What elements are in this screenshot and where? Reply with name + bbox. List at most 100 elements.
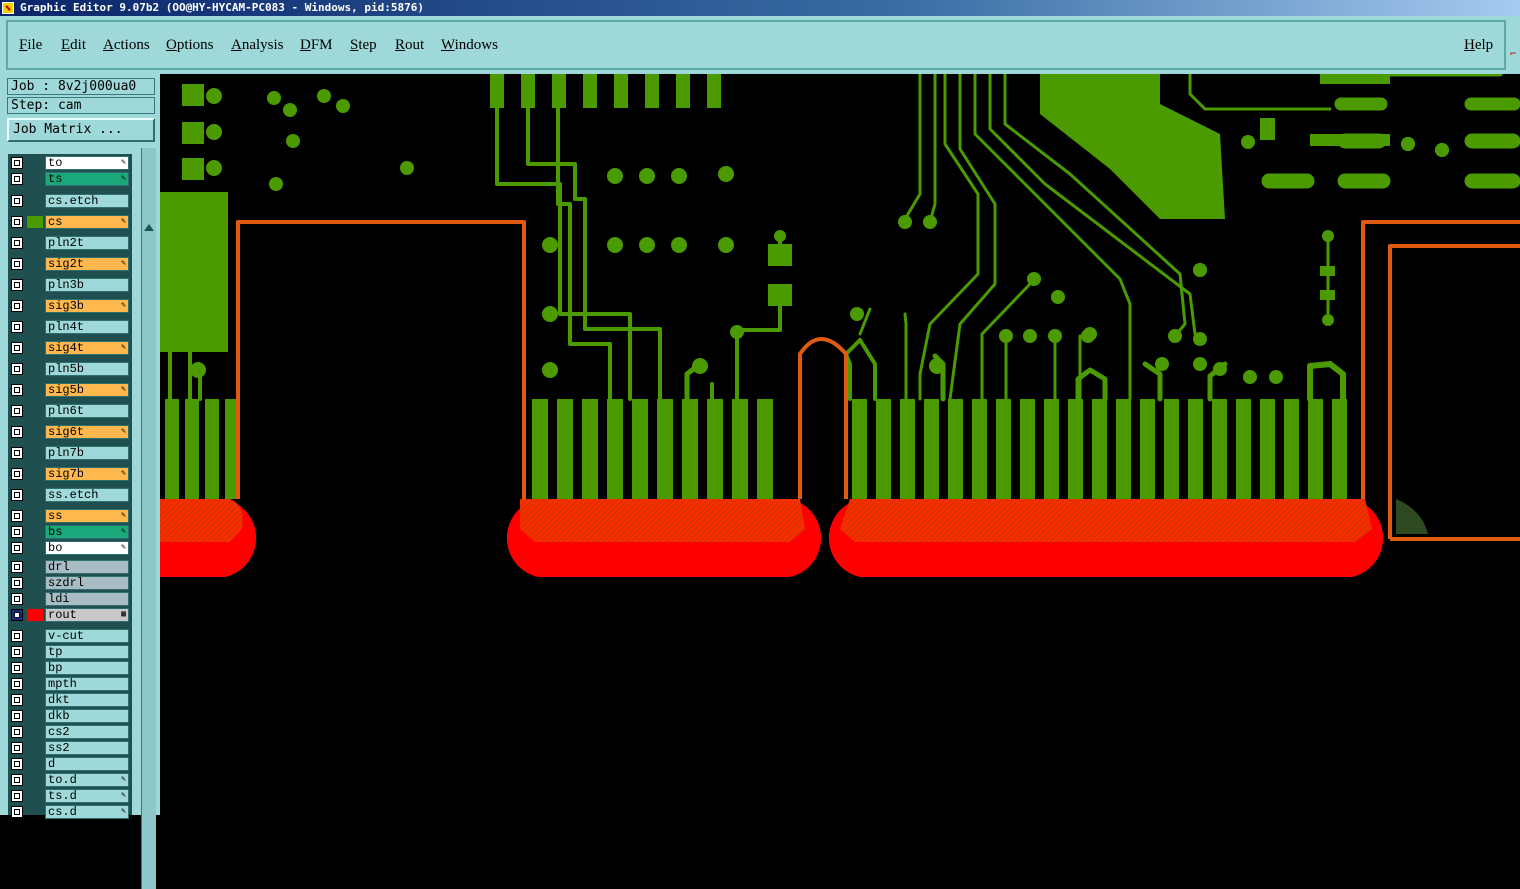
layer-name[interactable]: pln2t <box>45 236 129 250</box>
layer-name[interactable]: ss2 <box>45 741 129 755</box>
layer-name[interactable]: cs ✎ <box>45 215 129 229</box>
layer-row-drl[interactable]: drl <box>8 560 132 574</box>
menu-file[interactable]: File <box>19 36 42 54</box>
layer-row-v-cut[interactable]: v-cut <box>8 629 132 643</box>
layer-checkbox[interactable] <box>11 384 23 396</box>
layer-checkbox[interactable] <box>11 468 23 480</box>
layer-checkbox[interactable] <box>11 646 23 658</box>
layer-name[interactable]: bo ✎ <box>45 541 129 555</box>
layer-name[interactable]: rout ▦ <box>45 608 129 622</box>
layer-checkbox[interactable] <box>11 758 23 770</box>
layer-checkbox[interactable] <box>11 447 23 459</box>
layer-row-to-d[interactable]: to.d ✎ <box>8 773 132 787</box>
layer-name[interactable]: v-cut <box>45 629 129 643</box>
layer-row-ss-etch[interactable]: ss.etch <box>8 488 132 502</box>
layer-row-d[interactable]: d <box>8 757 132 771</box>
layer-row-pln5b[interactable]: pln5b <box>8 362 132 376</box>
layer-row-rout[interactable]: rout ▦ <box>8 608 132 622</box>
layer-name[interactable]: pln4t <box>45 320 129 334</box>
layer-checkbox[interactable] <box>11 726 23 738</box>
layer-checkbox[interactable] <box>11 542 23 554</box>
menu-windows[interactable]: Windows <box>441 36 498 54</box>
layer-checkbox[interactable] <box>11 710 23 722</box>
layer-name[interactable]: sig4t ✎ <box>45 341 129 355</box>
layer-row-sig3b[interactable]: sig3b ✎ <box>8 299 132 313</box>
layer-name[interactable]: ts ✎ <box>45 172 129 186</box>
layer-row-cs-etch[interactable]: cs.etch <box>8 194 132 208</box>
layer-row-bo[interactable]: bo ✎ <box>8 541 132 555</box>
layer-name[interactable]: d <box>45 757 129 771</box>
layer-name[interactable]: pln7b <box>45 446 129 460</box>
layer-name[interactable]: sig3b ✎ <box>45 299 129 313</box>
layer-color-swatch[interactable] <box>27 216 43 228</box>
layer-name[interactable]: ldi <box>45 592 129 606</box>
layer-row-pln6t[interactable]: pln6t <box>8 404 132 418</box>
layer-row-pln4t[interactable]: pln4t <box>8 320 132 334</box>
layer-row-sig4t[interactable]: sig4t ✎ <box>8 341 132 355</box>
layer-checkbox[interactable] <box>11 342 23 354</box>
layer-name[interactable]: bs ✎ <box>45 525 129 539</box>
layer-checkbox[interactable] <box>11 489 23 501</box>
layer-checkbox[interactable] <box>11 363 23 375</box>
layer-name[interactable]: cs.d ✎ <box>45 805 129 819</box>
layer-name[interactable]: pln6t <box>45 404 129 418</box>
graphic-canvas[interactable] <box>160 74 1520 815</box>
window-title-bar[interactable]: Graphic Editor 9.07b2 (OO@HY-HYCAM-PC083… <box>0 0 1520 16</box>
layer-name[interactable]: szdrl <box>45 576 129 590</box>
layer-name[interactable]: sig5b ✎ <box>45 383 129 397</box>
menu-analysis[interactable]: Analysis <box>231 36 284 54</box>
layer-name[interactable]: mpth <box>45 677 129 691</box>
layer-checkbox[interactable] <box>11 630 23 642</box>
layer-row-ts[interactable]: ts ✎ <box>8 172 132 186</box>
layer-row-pln7b[interactable]: pln7b <box>8 446 132 460</box>
layer-checkbox[interactable] <box>11 774 23 786</box>
layer-name[interactable]: dkb <box>45 709 129 723</box>
layer-checkbox[interactable] <box>11 593 23 605</box>
layer-checkbox[interactable] <box>11 173 23 185</box>
layer-row-pln2t[interactable]: pln2t <box>8 236 132 250</box>
menu-rout[interactable]: Rout <box>395 36 424 54</box>
menu-options[interactable]: Options <box>166 36 214 54</box>
layer-row-sig7b[interactable]: sig7b ✎ <box>8 467 132 481</box>
layer-name[interactable]: cs2 <box>45 725 129 739</box>
layer-row-szdrl[interactable]: szdrl <box>8 576 132 590</box>
menu-actions[interactable]: Actions <box>103 36 150 54</box>
layer-row-ss2[interactable]: ss2 <box>8 741 132 755</box>
layer-checkbox[interactable] <box>11 510 23 522</box>
layer-row-ts-d[interactable]: ts.d ✎ <box>8 789 132 803</box>
layer-row-bp[interactable]: bp <box>8 661 132 675</box>
layer-checkbox[interactable] <box>11 742 23 754</box>
layer-row-dkb[interactable]: dkb <box>8 709 132 723</box>
layer-checkbox[interactable] <box>11 806 23 818</box>
layer-row-cs[interactable]: cs ✎ <box>8 215 132 229</box>
layer-checkbox[interactable] <box>11 694 23 706</box>
layer-checkbox[interactable] <box>11 426 23 438</box>
layer-row-ldi[interactable]: ldi <box>8 592 132 606</box>
layer-checkbox[interactable] <box>11 526 23 538</box>
job-matrix-button[interactable]: Job Matrix ... <box>7 118 155 142</box>
layer-checkbox[interactable] <box>11 577 23 589</box>
layer-checkbox[interactable] <box>11 321 23 333</box>
layer-color-swatch[interactable] <box>27 609 43 621</box>
menu-edit[interactable]: Edit <box>61 36 86 54</box>
layer-checkbox[interactable] <box>11 678 23 690</box>
layer-checkbox[interactable] <box>11 237 23 249</box>
layer-row-dkt[interactable]: dkt <box>8 693 132 707</box>
layer-row-mpth[interactable]: mpth <box>8 677 132 691</box>
layer-row-cs2[interactable]: cs2 <box>8 725 132 739</box>
menu-dfm[interactable]: DFM <box>300 36 333 54</box>
menu-help[interactable]: Help <box>1464 36 1493 54</box>
layer-name[interactable]: sig7b ✎ <box>45 467 129 481</box>
layer-checkbox[interactable] <box>11 195 23 207</box>
layer-row-pln3b[interactable]: pln3b <box>8 278 132 292</box>
layer-name[interactable]: cs.etch <box>45 194 129 208</box>
layer-row-sig5b[interactable]: sig5b ✎ <box>8 383 132 397</box>
layer-name[interactable]: sig6t ✎ <box>45 425 129 439</box>
layer-name[interactable]: sig2t ✎ <box>45 257 129 271</box>
layer-name[interactable]: dkt <box>45 693 129 707</box>
layer-checkbox[interactable] <box>11 258 23 270</box>
layer-name[interactable]: to.d ✎ <box>45 773 129 787</box>
layer-checkbox[interactable] <box>11 157 23 169</box>
layer-name[interactable]: ss.etch <box>45 488 129 502</box>
menu-step[interactable]: Step <box>350 36 377 54</box>
